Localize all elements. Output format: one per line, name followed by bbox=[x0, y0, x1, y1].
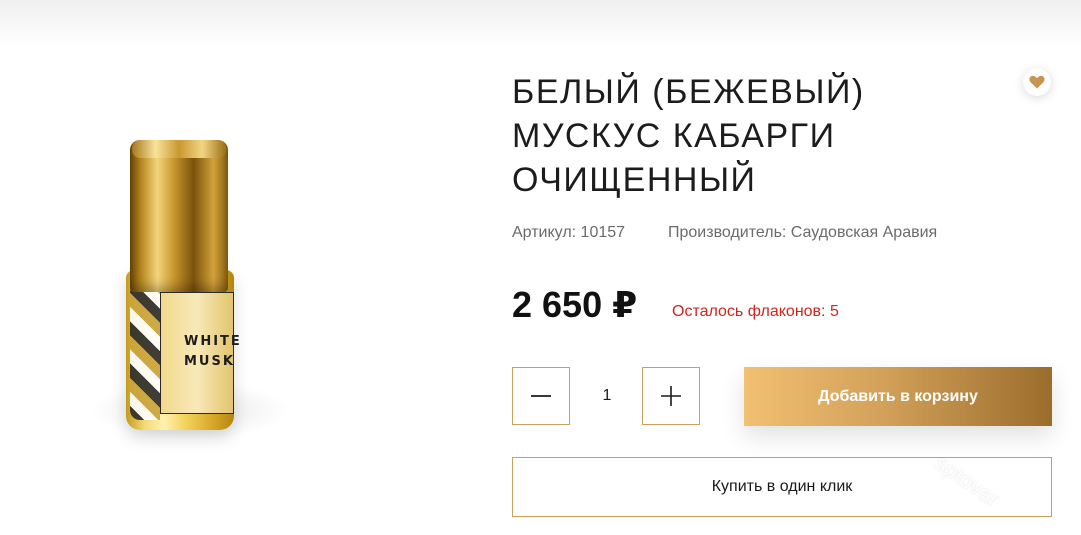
heart-icon bbox=[1029, 75, 1045, 89]
product-title: БЕЛЫЙ (БЕЖЕВЫЙ) МУСКУС КАБАРГИ ОЧИЩЕННЫЙ bbox=[512, 70, 992, 202]
plus-icon bbox=[661, 386, 681, 406]
quantity-decrease-button[interactable] bbox=[512, 367, 570, 425]
title-line: ОЧИЩЕННЫЙ bbox=[512, 161, 757, 199]
quantity-input[interactable]: 1 bbox=[572, 367, 642, 425]
article-number: Артикул: 10157 bbox=[512, 224, 626, 241]
favorite-button[interactable] bbox=[1023, 68, 1051, 96]
price: 2 650 ₽ bbox=[512, 284, 638, 325]
manufacturer: Производитель: Саудовская Аравия bbox=[668, 224, 938, 241]
product-image[interactable]: WHITE MUSK bbox=[70, 120, 310, 470]
add-to-cart-button[interactable]: Добавить в корзину bbox=[744, 367, 1052, 426]
stock-status: Осталось флаконов: 5 bbox=[672, 303, 839, 320]
bottle-cap bbox=[130, 140, 228, 292]
quantity-increase-button[interactable] bbox=[642, 367, 700, 425]
bottle-label-text: WHITE MUSK bbox=[184, 334, 242, 369]
title-line: БЕЛЫЙ (БЕЖЕВЫЙ) bbox=[512, 73, 865, 111]
bottle-pattern bbox=[130, 288, 160, 420]
title-line: МУСКУС КАБАРГИ bbox=[512, 117, 836, 155]
minus-icon bbox=[531, 395, 551, 397]
bottle-cap-top bbox=[132, 140, 226, 158]
header-shadow bbox=[0, 0, 1081, 48]
